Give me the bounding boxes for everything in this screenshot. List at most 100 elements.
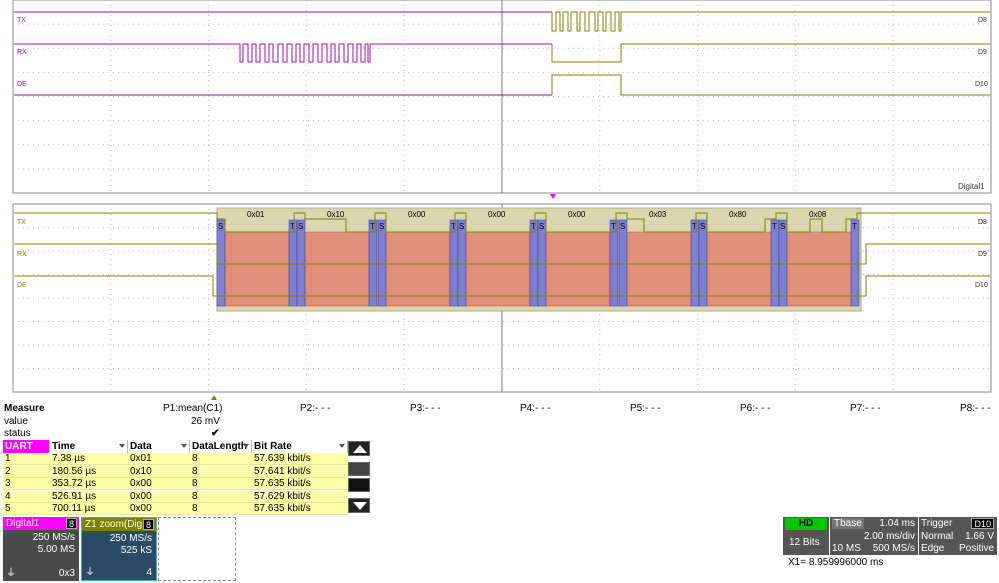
hd-panel[interactable]: HD 12 Bits <box>783 517 829 555</box>
param-p7[interactable]: P7:- - - <box>850 403 881 414</box>
cell-len: 8 <box>192 490 198 502</box>
z1-rate: 250 MS/s <box>109 533 152 544</box>
top-de-right-label: D10 <box>975 81 988 88</box>
waveform-display[interactable]: S T0x01S T0x10S T0x00S T0x00S T0x00S T0x03S T0x… <box>0 0 999 402</box>
cell-idx: 3 <box>5 478 11 489</box>
decode-data-field[interactable] <box>545 231 611 307</box>
start-bit-label: S <box>539 222 544 231</box>
decode-data-field[interactable] <box>385 231 451 307</box>
scroll-thumb[interactable] <box>348 478 370 492</box>
col-time[interactable]: Time <box>50 440 128 453</box>
top-rx-right-label: D9 <box>978 49 987 56</box>
trigger-source-badge: D10 <box>971 518 994 529</box>
z1-title: Z1 zoom(Dig <box>85 519 143 530</box>
trigger-position-marker[interactable] <box>550 194 556 199</box>
cell-time: 526.91 µs <box>52 490 97 502</box>
digital1-samples: 5.00 MS <box>37 544 75 555</box>
table-row[interactable]: 5 700.11 µs 0x00 8 57.635 kbit/s <box>3 503 348 515</box>
trigger-panel[interactable]: Trigger D10 Normal 1.66 V Edge Positive <box>919 517 997 555</box>
cell-time: 7.38 µs <box>52 453 86 464</box>
zoom-rx-label: RX <box>17 251 27 258</box>
empty-descriptor-slot[interactable] <box>158 517 236 581</box>
stop-bit-field <box>690 219 700 307</box>
cell-rate: 57.639 kbit/s <box>254 453 311 464</box>
start-bit-field <box>698 219 708 307</box>
digital1-descriptor[interactable]: Digital1 8 250 MS/s 5.00 MS ⏚ 0x3 <box>3 517 79 581</box>
stop-bit-label: T <box>370 222 375 231</box>
cell-idx: 4 <box>5 490 11 502</box>
measure-header: Measure P1:mean(C1) P2:- - - P3:- - - P4… <box>0 402 999 416</box>
table-row[interactable]: 1 7.38 µs 0x01 8 57.639 kbit/s <box>3 453 348 465</box>
cell-len: 8 <box>192 453 198 464</box>
cell-data: 0x01 <box>130 453 152 464</box>
digital1-badge: 8 <box>66 518 77 529</box>
start-bit-field <box>618 219 628 307</box>
timebase-panel[interactable]: Tbase 1.04 ms 2.00 ms/div 10 MS 500 MS/s <box>830 517 918 555</box>
cell-len: 8 <box>192 465 198 477</box>
param-p3[interactable]: P3:- - - <box>410 403 441 414</box>
start-bit-label: S <box>298 222 303 231</box>
start-bit-label: S <box>379 222 384 231</box>
start-bit-field <box>377 219 387 307</box>
ground-icon: ⏚ <box>6 568 16 579</box>
measure-title: Measure <box>4 403 45 414</box>
table-row[interactable]: 3 353.72 µs 0x00 8 57.635 kbit/s <box>3 478 348 490</box>
table-row[interactable]: 2 180.56 µs 0x10 8 57.641 kbit/s <box>3 465 348 478</box>
param-p1[interactable]: P1:mean(C1) <box>163 403 222 414</box>
col-data-label: Data <box>130 441 152 452</box>
start-bit-label: S <box>700 222 705 231</box>
col-datalength[interactable]: DataLength <box>190 440 252 453</box>
decode-data-field[interactable] <box>626 231 692 307</box>
decode-data-field[interactable] <box>465 231 531 307</box>
top-grid-name: Digital1 <box>958 182 985 191</box>
sample-rate: 500 MS/s <box>872 543 915 554</box>
decode-byte-label: 0x80 <box>729 210 747 219</box>
zoom-tx-label: TX <box>17 219 26 226</box>
zoom-de-right-label: D10 <box>975 282 988 289</box>
zoom-start-marker[interactable] <box>211 395 217 400</box>
param-p5[interactable]: P5:- - - <box>630 403 661 414</box>
top-rx-label: RX <box>17 49 27 56</box>
tbase-label: Tbase <box>832 518 864 529</box>
zoom-de-label: DE <box>17 282 27 289</box>
tbase-value: 1.04 ms <box>879 518 915 529</box>
cell-rate: 57.635 kbit/s <box>254 478 311 489</box>
sample-count: 10 MS <box>832 543 861 554</box>
digital1-tab: Digital1 8 <box>3 517 79 530</box>
decode-byte-label: 0x08 <box>809 210 827 219</box>
col-datalength-label: DataLength <box>192 441 247 452</box>
cell-idx: 5 <box>5 503 11 514</box>
param-p2[interactable]: P2:- - - <box>300 403 331 414</box>
sort-arrow-icon <box>181 444 187 448</box>
scroll-down-button[interactable] <box>348 498 370 513</box>
param-p4[interactable]: P4:- - - <box>520 403 551 414</box>
cell-len: 8 <box>192 503 198 514</box>
decode-data-field[interactable] <box>786 231 852 307</box>
start-bit-field <box>457 219 467 307</box>
cell-time: 353.72 µs <box>52 478 97 489</box>
zoom-tx-right-label: D8 <box>978 219 987 226</box>
table-row[interactable]: 4 526.91 µs 0x00 8 57.629 kbit/s <box>3 490 348 503</box>
col-data[interactable]: Data <box>128 440 190 453</box>
scroll-up-button[interactable] <box>348 441 370 456</box>
sort-arrow-icon <box>119 444 125 448</box>
scroll-track-upper[interactable] <box>348 462 370 476</box>
col-uart[interactable]: UART <box>3 440 50 453</box>
cell-idx: 1 <box>5 453 11 464</box>
decode-data-field[interactable] <box>706 231 772 307</box>
z1-descriptor[interactable]: Z1 zoom(Dig 8 250 MS/s 525 kS ⏚ 4 <box>81 517 157 581</box>
param-p8[interactable]: P8:- - - <box>960 403 991 414</box>
cell-len: 8 <box>192 478 198 489</box>
param-p6[interactable]: P6:- - - <box>740 403 771 414</box>
col-bitrate[interactable]: Bit Rate <box>252 440 348 453</box>
cell-rate: 57.641 kbit/s <box>254 465 311 477</box>
value-label: value <box>4 416 28 427</box>
uart-decode-table[interactable]: UART Time Data DataLength Bit Rate 1 7.38… <box>3 440 348 516</box>
start-bit-label: S <box>620 222 625 231</box>
top-tx-label: TX <box>17 17 26 24</box>
measure-value-row: value 26 mV <box>0 416 999 428</box>
decode-data-field[interactable] <box>304 231 370 307</box>
p1-value: 26 mV <box>191 416 220 427</box>
decode-data-field[interactable] <box>224 231 290 307</box>
time-per-div: 2.00 ms/div <box>863 531 915 542</box>
